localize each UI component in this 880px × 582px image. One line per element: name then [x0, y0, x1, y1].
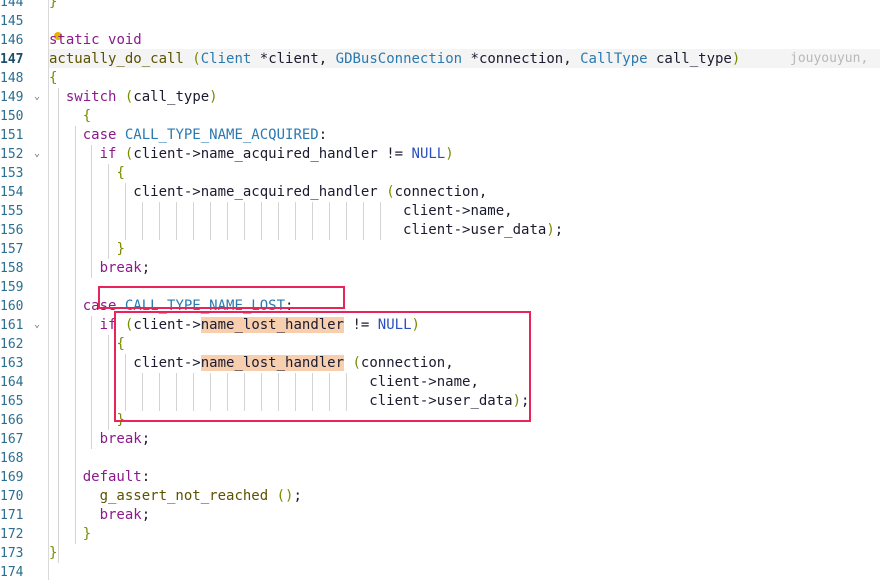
annotation-box-case [98, 286, 345, 309]
line-number: 144 [0, 0, 24, 10]
indent-guide [91, 145, 92, 278]
code-line: break; [99, 431, 151, 447]
code-line: default: [82, 469, 151, 485]
indent-guide [329, 202, 330, 240]
fold-chevron-icon[interactable]: ⌄ [32, 92, 42, 102]
fold-chevron-icon[interactable]: ⌄ [32, 149, 42, 159]
line-number: 156 [0, 223, 24, 238]
indent-guide [312, 202, 313, 240]
indent-guide [278, 202, 279, 240]
code-line: } [49, 545, 58, 561]
line-number: 167 [0, 432, 24, 447]
indent-guide [193, 202, 194, 240]
indent-guide [108, 164, 109, 259]
line-number: 174 [0, 565, 24, 580]
line-number: 168 [0, 451, 24, 466]
indent-guide [142, 202, 143, 240]
indent-guide [159, 202, 160, 240]
line-number: 173 [0, 546, 24, 561]
indent-guide [125, 183, 126, 240]
code-line: client->user_data); [403, 222, 564, 238]
indent-guide [75, 126, 76, 544]
line-number: 159 [0, 280, 24, 295]
code-line: break; [99, 260, 151, 276]
line-number: 153 [0, 166, 24, 181]
line-number: 150 [0, 109, 24, 124]
code-line: static void [49, 32, 142, 48]
code-line: actually_do_call (Client *client, GDBusC… [49, 51, 741, 67]
line-number: 147 [0, 52, 24, 67]
indent-guide [58, 88, 59, 563]
code-editor[interactable]: 144 145 146 147 148 149 ⌄ 150 151 152 ⌄ 153 154 155 15… [0, 0, 880, 580]
code-line: client->name, [403, 203, 513, 219]
code-line: client->name_acquired_handler (connectio… [133, 184, 488, 200]
line-number: 162 [0, 337, 24, 352]
line-number: 158 [0, 261, 24, 276]
code-line: break; [99, 507, 151, 523]
line-number: 151 [0, 128, 24, 143]
annotation-box-if-block [114, 311, 531, 422]
code-line: if (client->name_acquired_handler != NUL… [99, 146, 454, 162]
line-number: 149 [0, 90, 24, 105]
code-line: { [82, 108, 92, 124]
indent-guide [244, 202, 245, 240]
code-line: case CALL_TYPE_NAME_ACQUIRED: [82, 127, 328, 143]
code-line: } [116, 241, 125, 257]
line-number: 157 [0, 242, 24, 257]
fold-chevron-icon[interactable]: ⌄ [32, 320, 42, 330]
line-number: 166 [0, 413, 24, 428]
line-number: 154 [0, 185, 24, 200]
git-blame-annotation: jouyouyun, [790, 51, 869, 66]
line-number: 165 [0, 394, 24, 409]
code-line: } [82, 526, 92, 542]
code-line: { [49, 70, 58, 86]
line-number: 171 [0, 508, 24, 523]
indent-guide [227, 202, 228, 240]
line-number: 155 [0, 204, 24, 219]
indent-guide [363, 202, 364, 240]
indent-guide [108, 335, 109, 430]
line-number: 145 [0, 14, 24, 29]
line-number: 169 [0, 470, 24, 485]
line-number: 172 [0, 527, 24, 542]
line-number: 164 [0, 375, 24, 390]
indent-guide [346, 202, 347, 240]
indent-guide [380, 202, 381, 240]
line-number: 160 [0, 299, 24, 314]
indent-guide [210, 202, 211, 240]
indent-guide [91, 316, 92, 449]
line-number: 152 [0, 147, 24, 162]
line-number: 170 [0, 489, 24, 504]
indent-guide [295, 202, 296, 240]
line-number: 148 [0, 71, 24, 86]
code-line: switch (call_type) [65, 89, 218, 105]
code-line: { [116, 165, 125, 181]
code-line: } [49, 0, 58, 10]
code-line: g_assert_not_reached (); [99, 488, 302, 504]
line-number-gutter: 144 145 146 147 148 149 ⌄ 150 151 152 ⌄ 153 154 155 15… [0, 0, 48, 580]
line-number: 161 [0, 318, 24, 333]
line-number: 163 [0, 356, 24, 371]
line-number: 146 [0, 33, 24, 48]
indent-guide [261, 202, 262, 240]
indent-guide [176, 202, 177, 240]
